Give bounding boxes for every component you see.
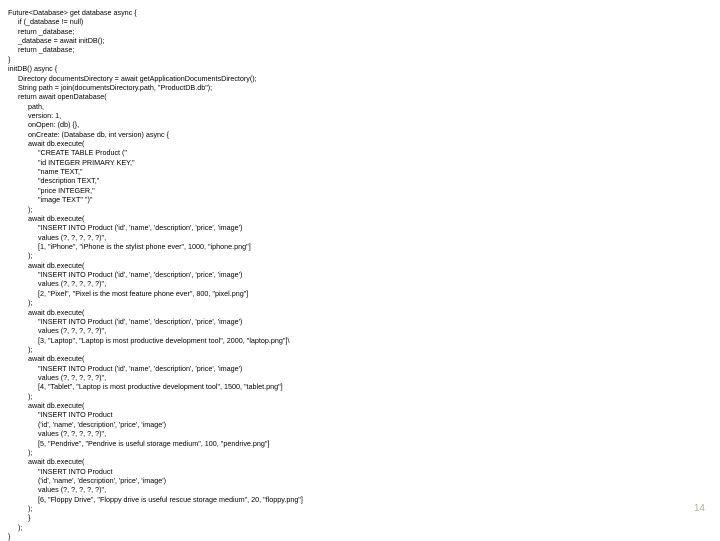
code-line: await db.execute(: [28, 261, 712, 270]
code-line: [5, "Pendrive", "Pendrive is useful stor…: [38, 439, 712, 448]
code-line: version: 1,: [28, 111, 712, 120]
code-line: Directory documentsDirectory = await get…: [18, 74, 712, 83]
code-line: values (?, ?, ?, ?, ?)",: [38, 233, 712, 242]
code-line: [3, "Laptop", "Laptop is most productive…: [38, 336, 712, 345]
code-line: ('id', 'name', 'description', 'price', '…: [38, 420, 712, 429]
code-line: String path = join(documentsDirectory.pa…: [18, 83, 712, 92]
page-number: 14: [694, 502, 705, 515]
code-line: );: [28, 298, 712, 307]
code-line: return _database;: [18, 45, 712, 54]
code-line: "name TEXT,": [38, 167, 712, 176]
code-line: [6, "Floppy Drive", "Floppy drive is use…: [38, 495, 712, 504]
code-line: values (?, ?, ?, ?, ?)",: [38, 326, 712, 335]
code-line: values (?, ?, ?, ?, ?)",: [38, 429, 712, 438]
code-line: values (?, ?, ?, ?, ?)",: [38, 485, 712, 494]
code-line: onOpen: (db) {},: [28, 120, 712, 129]
code-line: }: [8, 55, 712, 64]
code-line: [1, "iPhone", "iPhone is the stylist pho…: [38, 242, 712, 251]
code-line: );: [28, 345, 712, 354]
code-line: "INSERT INTO Product: [38, 410, 712, 419]
code-line: [4, "Tablet", "Laptop is most productive…: [38, 382, 712, 391]
code-line: "INSERT INTO Product ('id', 'name', 'des…: [38, 223, 712, 232]
code-line: );: [28, 392, 712, 401]
code-line: "INSERT INTO Product ('id', 'name', 'des…: [38, 317, 712, 326]
code-line: );: [28, 504, 712, 513]
code-line: "INSERT INTO Product ('id', 'name', 'des…: [38, 270, 712, 279]
code-line: initDB() async {: [8, 64, 712, 73]
code-line: );: [18, 523, 712, 532]
code-line: );: [28, 448, 712, 457]
code-line: if (_database != null): [18, 17, 712, 26]
code-line: );: [28, 205, 712, 214]
code-line: Future<Database> get database async {: [8, 8, 712, 17]
code-line: );: [28, 251, 712, 260]
code-line: await db.execute(: [28, 139, 712, 148]
code-line: "description TEXT,": [38, 176, 712, 185]
code-line: "INSERT INTO Product ('id', 'name', 'des…: [38, 364, 712, 373]
code-line: "id INTEGER PRIMARY KEY,": [38, 158, 712, 167]
code-line: return await openDatabase(: [18, 92, 712, 101]
code-line: await db.execute(: [28, 308, 712, 317]
code-line: onCreate: (Database db, int version) asy…: [28, 130, 712, 139]
code-line: values (?, ?, ?, ?, ?)",: [38, 373, 712, 382]
code-line: "CREATE TABLE Product (": [38, 148, 712, 157]
code-line: "INSERT INTO Product: [38, 467, 712, 476]
code-line: "image TEXT" ")": [38, 195, 712, 204]
code-line: await db.execute(: [28, 457, 712, 466]
code-line: values (?, ?, ?, ?, ?)",: [38, 279, 712, 288]
code-line: path,: [28, 102, 712, 111]
code-line: ('id', 'name', 'description', 'price', '…: [38, 476, 712, 485]
code-line: await db.execute(: [28, 214, 712, 223]
code-line: await db.execute(: [28, 401, 712, 410]
code-line: _database = await initDB();: [18, 36, 712, 45]
code-line: [2, "Pixel", "Pixel is the most feature …: [38, 289, 712, 298]
code-line: "price INTEGER,": [38, 186, 712, 195]
code-line: return _database;: [18, 27, 712, 36]
code-line: }: [28, 513, 712, 522]
code-line: await db.execute(: [28, 354, 712, 363]
code-content: Future<Database> get database async {if …: [8, 8, 712, 541]
